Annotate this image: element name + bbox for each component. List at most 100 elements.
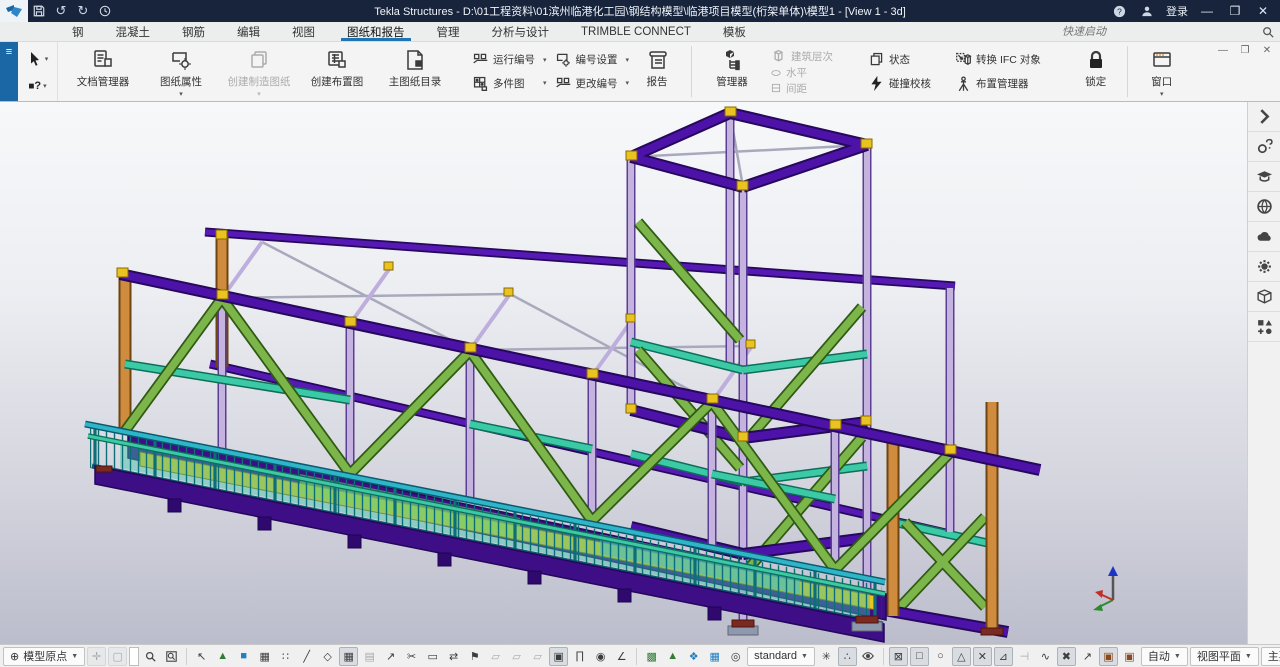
select-grid-lines[interactable]: ▤ [360,647,379,666]
hamburger-menu-button[interactable]: ≡ [0,42,18,101]
layout-manager-button[interactable]: 布置管理器 [951,72,1045,96]
side-pane-learning-button[interactable] [1248,162,1280,192]
snap-depth-selector[interactable]: 自动 ▼ [1141,647,1188,666]
reports-button[interactable]: 报告 [631,44,683,99]
work-plane-selector[interactable]: 视图平面 ▼ [1190,647,1259,666]
snap-midpoint[interactable]: △ [952,647,971,666]
component-switch-a[interactable]: ▱ [486,647,505,666]
quick-launch-input[interactable] [1062,24,1262,40]
change-numbering-button[interactable]: 更改编号 [551,72,622,96]
spacing-button[interactable]: 间距 [766,81,848,95]
snap-ortho-a[interactable]: ▣ [1099,647,1118,666]
component-switch-b[interactable]: ▱ [507,647,526,666]
origin-tool-a[interactable]: ✛ [87,647,106,666]
mdi-close-button[interactable]: ✕ [1256,42,1278,58]
master-drawing-catalog-button[interactable]: 主图纸目录 [376,44,454,99]
tab-steel[interactable]: 钢 [56,22,100,41]
history-icon[interactable] [94,2,116,20]
close-button[interactable]: ✕ [1250,1,1276,21]
select-components[interactable]: ◇ [318,647,337,666]
tab-analysis-design[interactable]: 分析与设计 [476,22,566,41]
model-viewport-3d[interactable] [0,102,1247,644]
building-hierarchy-button[interactable]: 建筑层次 [766,48,848,64]
convert-ifc-button[interactable]: 转换 IFC 对象 [951,48,1045,72]
angle-switch[interactable]: ∠ [612,647,631,666]
tab-concrete[interactable]: 混凝土 [100,22,167,41]
lock-button[interactable]: 锁定 [1073,44,1119,99]
cut-switch[interactable]: ✂ [402,647,421,666]
snap-geometry[interactable]: □ [910,647,929,666]
run-numbering-caret[interactable]: ▾ [543,48,547,72]
snap-nearest[interactable]: ∿ [1036,647,1055,666]
organizer-button[interactable]: 管理器 [700,44,764,99]
shade-view-switch[interactable]: ▲ [663,647,682,666]
select-parts[interactable]: ■ [234,647,253,666]
dark-grid-switch[interactable]: ▣ [549,647,568,666]
flower-switch[interactable]: ✳ [817,647,836,666]
user-icon[interactable] [1134,1,1160,21]
maximize-button[interactable]: ❐ [1222,1,1248,21]
select-surfaces[interactable]: ▦ [339,647,358,666]
side-pane-model-button[interactable] [1248,282,1280,312]
tab-trimble-connect[interactable]: TRIMBLE CONNECT [565,22,707,41]
numbering-settings-button[interactable]: 编号设置 [551,48,622,72]
window-button[interactable]: 窗口 ▾ [1136,44,1188,99]
save-icon[interactable] [28,2,50,20]
main-plane-selector[interactable]: 主要平面 ▼ [1261,647,1280,666]
document-manager-button[interactable]: 文档管理器 [64,44,142,99]
multi-drawing-caret[interactable]: ▾ [543,72,547,96]
snap-dots-switch[interactable]: ∴ [838,647,857,666]
tab-drawings-reports[interactable]: 图纸和报告 [331,22,421,41]
snap-extension[interactable]: ⊣ [1015,647,1034,666]
eye-switch[interactable] [859,647,878,666]
side-pane-web-button[interactable] [1248,192,1280,222]
search-options-button[interactable] [162,647,181,666]
login-button[interactable]: 登录 [1162,3,1192,19]
mdi-minimize-button[interactable]: — [1212,42,1234,58]
side-pane-cloud-button[interactable] [1248,222,1280,252]
multi-drawing-button[interactable]: 多件图 [468,72,539,96]
status-button[interactable]: 状态 [864,48,935,72]
tab-rebar[interactable]: 钢筋 [166,22,221,41]
origin-tool-b[interactable]: ▢ [108,647,127,666]
tab-edit[interactable]: 编辑 [221,22,276,41]
snap-circle[interactable]: ○ [931,647,950,666]
orbit-switch[interactable]: ◎ [726,647,745,666]
render-view-switch[interactable]: ▩ [642,647,661,666]
snap-profile-selector[interactable]: standard ▼ [747,647,815,666]
help-icon[interactable]: ? [1106,1,1132,21]
select-tool-button[interactable]: ▾ [27,51,49,67]
mdi-restore-button[interactable]: ❐ [1234,42,1256,58]
frame-switch[interactable]: ∏ [570,647,589,666]
snap-reference[interactable]: ⊠ [889,647,908,666]
side-pane-settings-button[interactable] [1248,252,1280,282]
create-fabrication-drawings-button[interactable]: 创建制造图纸 ▾ [220,44,298,99]
drawing-properties-button[interactable]: 图纸属性 ▾ [142,44,220,99]
drag-and-drop-switch[interactable]: ↗ [381,647,400,666]
numbering-settings-caret[interactable]: ▾ [626,48,630,72]
select-lines[interactable]: ╱ [297,647,316,666]
tekla-logo[interactable] [0,0,28,22]
side-pane-components-button[interactable] [1248,312,1280,342]
snap-perpendicular[interactable]: ⊿ [994,647,1013,666]
select-points[interactable]: ∷ [276,647,295,666]
search-icon[interactable] [1262,26,1274,38]
swap-switch[interactable]: ⇄ [444,647,463,666]
side-pane-help-button[interactable] [1248,132,1280,162]
snap-any[interactable]: ✖ [1057,647,1076,666]
clash-check-button[interactable]: 碰撞校核 [864,72,935,96]
grid-view-switch[interactable]: ▦ [705,647,724,666]
flag-switch[interactable]: ⚑ [465,647,484,666]
inquiry-tool-button[interactable]: ■? ▾ [28,80,46,92]
level-button[interactable]: 水平 [766,66,848,80]
fence-select-switch[interactable]: ▭ [423,647,442,666]
run-numbering-button[interactable]: 运行编号 [468,48,539,72]
snap-free[interactable]: ↗ [1078,647,1097,666]
select-grid[interactable]: ▦ [255,647,274,666]
minimize-button[interactable]: — [1194,1,1220,21]
origin-selector[interactable]: ⊕ 模型原点 ▼ [3,647,85,666]
visibility-switch[interactable]: ◉ [591,647,610,666]
select-assemblies[interactable]: ▲ [213,647,232,666]
tab-manage[interactable]: 管理 [421,22,476,41]
snap-ortho-b[interactable]: ▣ [1120,647,1139,666]
